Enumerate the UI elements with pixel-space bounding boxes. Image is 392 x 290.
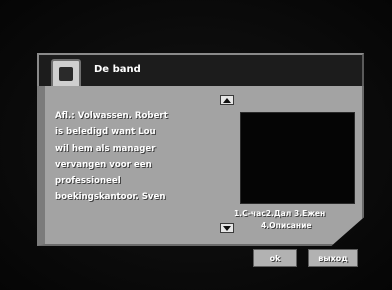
dialog-header: De band <box>37 53 364 89</box>
chevron-down-icon <box>223 225 231 231</box>
program-description: Afl.: Volwassen. Robert is beledigd want… <box>55 108 215 206</box>
description-line: professioneel <box>55 176 121 187</box>
description-line: boekingskantoor. Sven <box>55 192 166 203</box>
chevron-up-icon <box>223 97 231 103</box>
program-info-dialog: De band Afl.: Volwassen. Robert is beled… <box>37 53 364 246</box>
options-line-1[interactable]: 1.С-час2.Дал 3.Ежен <box>234 208 364 220</box>
scroll-down-button[interactable] <box>220 223 234 233</box>
program-icon <box>59 67 73 81</box>
ok-button[interactable]: ok <box>253 249 297 267</box>
options-line-2[interactable]: 4.Описание <box>234 220 364 232</box>
video-preview <box>240 112 355 204</box>
description-line: vervangen voor een <box>55 159 152 170</box>
description-line: Afl.: Volwassen. Robert <box>55 111 168 121</box>
dialog-body: Afl.: Volwassen. Robert is beledigd want… <box>37 86 364 246</box>
scroll-up-button[interactable] <box>220 95 234 105</box>
description-line: is beledigd want Lou <box>55 127 156 138</box>
program-title: De band <box>94 64 141 75</box>
options-menu: 1.С-час2.Дал 3.Ежен 4.Описание <box>234 208 364 232</box>
exit-button[interactable]: выход <box>308 249 358 267</box>
channel-badge <box>51 59 81 89</box>
description-line: wil hem als manager <box>55 143 156 154</box>
